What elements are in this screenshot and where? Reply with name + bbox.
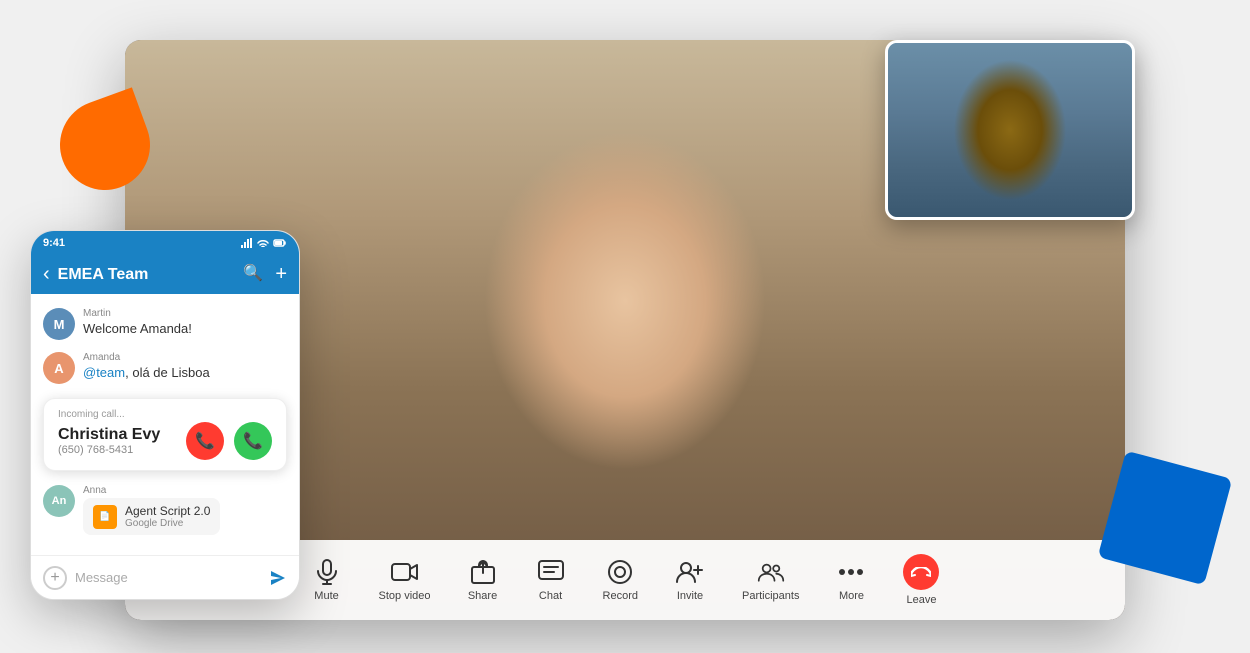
phone-status-icons — [241, 238, 287, 248]
camera-icon — [391, 558, 419, 586]
team-name: EMEA Team — [58, 266, 236, 284]
pip-video-window — [885, 40, 1135, 220]
chat-message-2: A Amanda @team, olá de Lisboa — [31, 346, 299, 390]
attach-button[interactable]: + — [43, 566, 67, 590]
avatar-martin: M — [43, 308, 75, 340]
header-actions: 🔍 + — [243, 263, 287, 286]
phone-time: 9:41 — [43, 237, 65, 249]
call-actions: 📞 📞 — [186, 422, 272, 460]
record-label: Record — [603, 590, 638, 602]
file-attachment: 📄 Agent Script 2.0 Google Drive — [83, 498, 220, 535]
back-button[interactable]: ‹ — [43, 263, 50, 286]
stop-video-button[interactable]: Stop video — [365, 550, 445, 610]
message-placeholder: Message — [75, 570, 128, 585]
stop-video-label: Stop video — [379, 590, 431, 602]
microphone-icon — [313, 558, 341, 586]
people-icon — [757, 558, 785, 586]
caller-row: Christina Evy (650) 768-5431 📞 📞 — [58, 422, 272, 460]
leave-label: Leave — [906, 594, 936, 606]
incoming-call-label: Incoming call... — [58, 409, 272, 420]
message-content-2: Amanda @team, olá de Lisboa — [83, 352, 210, 380]
invite-label: Invite — [677, 590, 703, 602]
message-text-2: @team, olá de Lisboa — [83, 365, 210, 380]
message-input[interactable]: Message — [75, 570, 261, 585]
message-content-1: Martin Welcome Amanda! — [83, 308, 192, 336]
leave-button[interactable]: Leave — [889, 546, 953, 614]
decline-button[interactable]: 📞 — [186, 422, 224, 460]
phone-status-bar: 9:41 — [31, 231, 299, 255]
chat-label: Chat — [539, 590, 562, 602]
file-name: Agent Script 2.0 — [125, 504, 210, 518]
mention-tag: @team — [83, 365, 125, 380]
share-icon — [469, 558, 497, 586]
chat-message-1: M Martin Welcome Amanda! — [31, 302, 299, 346]
more-button[interactable]: More — [821, 550, 881, 610]
file-type-icon: 📄 — [93, 505, 117, 529]
leave-call-icon — [903, 554, 939, 590]
chat-button[interactable]: Chat — [521, 550, 581, 610]
accept-button[interactable]: 📞 — [234, 422, 272, 460]
chat-body: M Martin Welcome Amanda! A Amanda @team,… — [31, 294, 299, 549]
avatar-amanda: A — [43, 352, 75, 384]
sender-name-1: Martin — [83, 308, 192, 319]
chat-message-file: An Anna 📄 Agent Script 2.0 Google Drive — [31, 479, 299, 541]
record-icon — [606, 558, 634, 586]
chat-icon — [537, 558, 565, 586]
decline-icon: 📞 — [195, 431, 215, 451]
message-text-1: Welcome Amanda! — [83, 321, 192, 336]
record-button[interactable]: Record — [589, 550, 652, 610]
more-label: More — [839, 590, 864, 602]
accept-icon: 📞 — [243, 431, 263, 451]
share-label: Share — [468, 590, 497, 602]
participants-label: Participants — [742, 590, 799, 602]
message-input-bar: + Message — [31, 555, 299, 599]
mute-button[interactable]: Mute — [297, 550, 357, 610]
person-add-icon — [676, 558, 704, 586]
ellipsis-icon — [837, 558, 865, 586]
incoming-call-card: Incoming call... Christina Evy (650) 768… — [43, 398, 287, 471]
phone-header: ‹ EMEA Team 🔍 + — [31, 255, 299, 294]
mute-label: Mute — [314, 590, 338, 602]
participants-button[interactable]: Participants — [728, 550, 813, 610]
invite-button[interactable]: Invite — [660, 550, 720, 610]
send-button[interactable] — [269, 569, 287, 587]
share-button[interactable]: Share — [453, 550, 513, 610]
caller-info: Christina Evy (650) 768-5431 — [58, 426, 160, 456]
file-source: Google Drive — [125, 518, 210, 529]
add-icon[interactable]: + — [275, 263, 287, 286]
caller-name: Christina Evy — [58, 426, 160, 444]
search-icon[interactable]: 🔍 — [243, 263, 263, 286]
phone-mockup: 9:41 ‹ EMEA Team 🔍 + M Martin Welcome Am… — [30, 230, 300, 600]
file-info: Agent Script 2.0 Google Drive — [125, 504, 210, 529]
message-content-file: Anna 📄 Agent Script 2.0 Google Drive — [83, 485, 220, 535]
avatar-anna: An — [43, 485, 75, 517]
sender-name-2: Amanda — [83, 352, 210, 363]
caller-number: (650) 768-5431 — [58, 444, 160, 456]
sender-name-file: Anna — [83, 485, 220, 496]
pip-participant-video — [888, 43, 1132, 217]
